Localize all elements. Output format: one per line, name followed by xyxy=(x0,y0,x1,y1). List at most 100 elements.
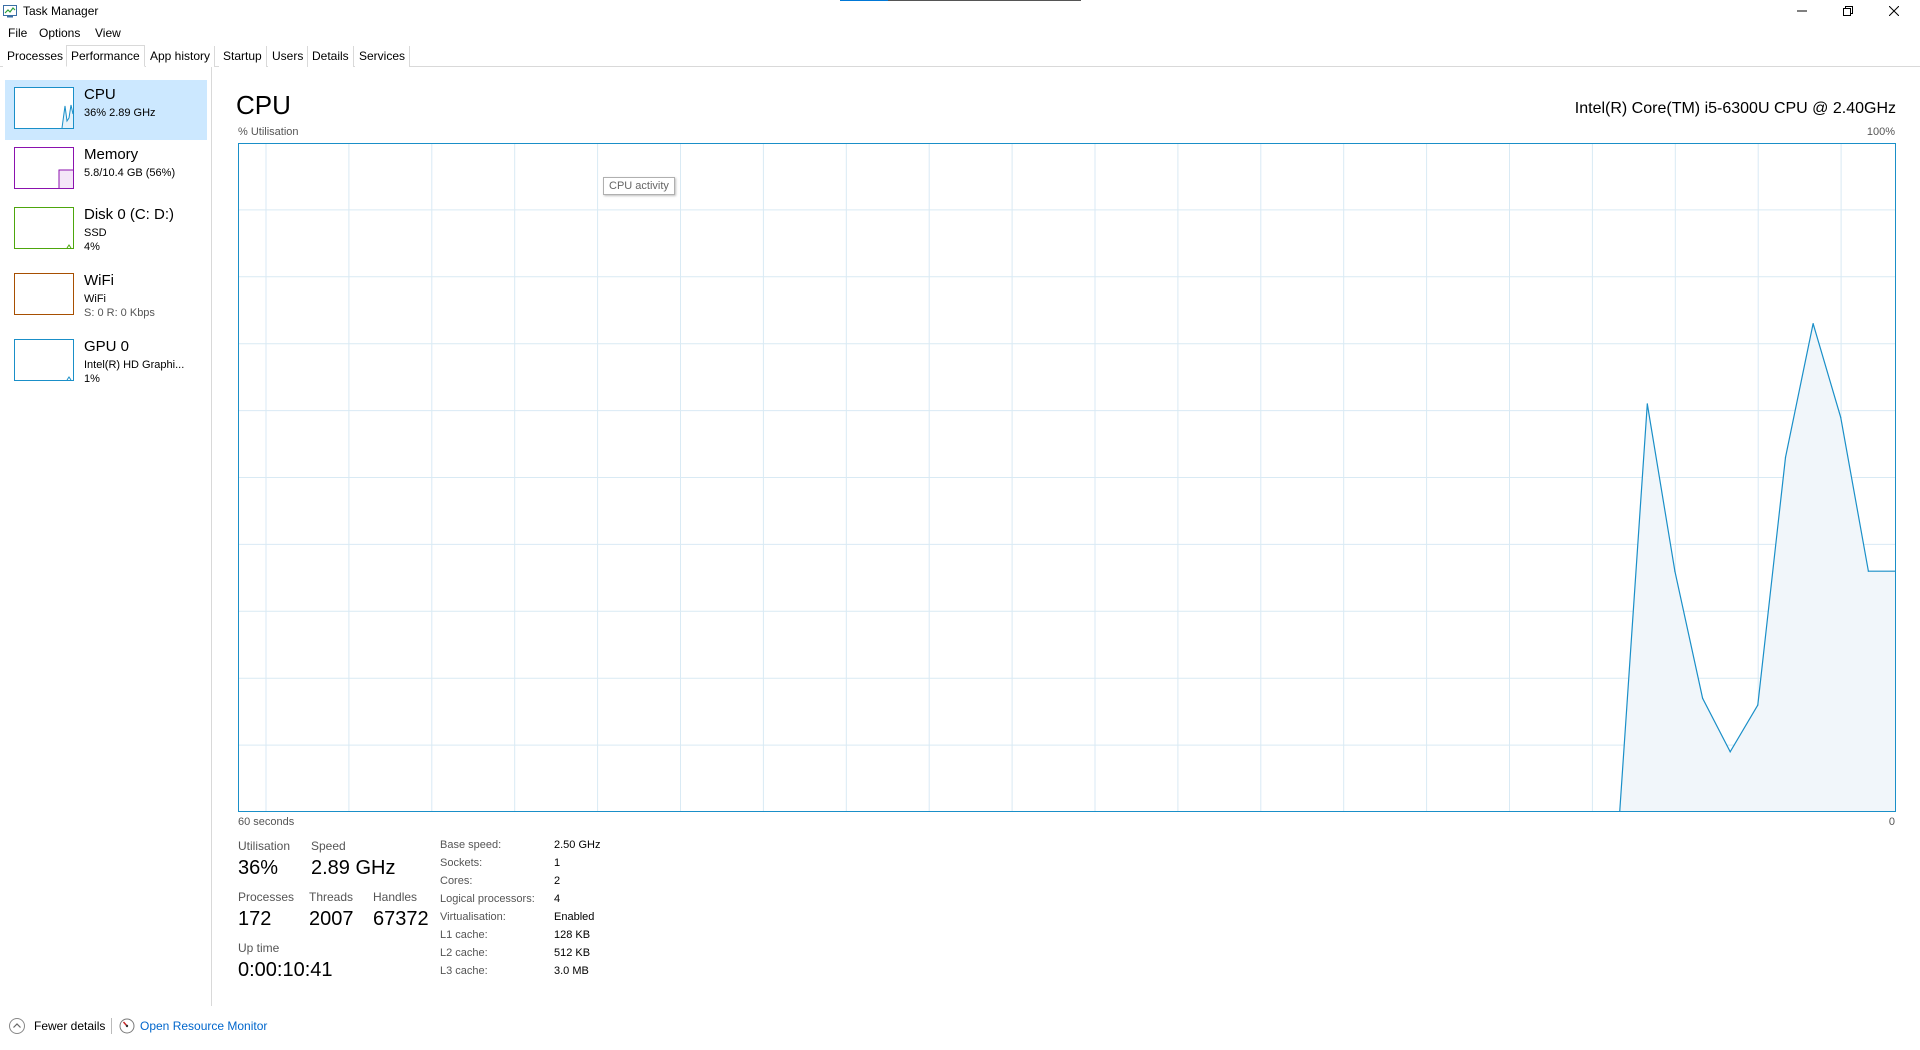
tab-processes[interactable]: Processes xyxy=(3,46,69,67)
cpu-usage-point xyxy=(1840,416,1842,418)
menu-view[interactable]: View xyxy=(95,26,121,40)
processes-label: Processes xyxy=(238,890,295,904)
open-resource-monitor-link[interactable]: Open Resource Monitor xyxy=(140,1019,267,1033)
cpu-usage-point xyxy=(1867,570,1869,572)
utilisation-label: Utilisation xyxy=(238,839,291,853)
y-axis-max-label: 100% xyxy=(1866,126,1895,138)
restore-button[interactable] xyxy=(1825,0,1871,22)
uptime-label: Up time xyxy=(238,941,280,955)
restore-icon xyxy=(1843,6,1853,16)
memory-thumbnail-graph xyxy=(58,169,73,188)
speed-value: 2.89 GHz xyxy=(311,857,396,879)
sidebar-disk-line2: 4% xyxy=(84,241,100,253)
sidebar-cpu-line1: 36% 2.89 GHz xyxy=(84,107,156,119)
sidebar-item-memory[interactable]: Memory 5.8/10.4 GB (56%) xyxy=(5,140,207,200)
task-manager-icon xyxy=(3,5,17,18)
cpu-usage-point xyxy=(1646,403,1648,405)
cpu-usage-area xyxy=(238,323,1896,812)
detail-label: L3 cache: xyxy=(440,965,488,977)
tab-details[interactable]: Details xyxy=(308,46,354,67)
footer: Fewer details Open Resource Monitor xyxy=(0,1010,1920,1042)
cpu-usage-point xyxy=(1812,323,1814,325)
sidebar-wifi-title: WiFi xyxy=(84,272,114,289)
detail-value: 4 xyxy=(554,893,561,905)
handles-value: 67372 xyxy=(373,908,429,930)
threads-label: Threads xyxy=(309,890,354,904)
sidebar-gpu-line2: 1% xyxy=(84,373,100,385)
title-bar: Task Manager xyxy=(0,0,1920,22)
detail-label: Base speed: xyxy=(440,839,502,851)
gpu-thumbnail xyxy=(14,339,74,381)
processes-value: 172 xyxy=(238,908,272,930)
cpu-thumbnail xyxy=(14,87,74,129)
tab-startup[interactable]: Startup xyxy=(219,46,267,67)
sidebar-disk-line1: SSD xyxy=(84,227,107,239)
handles-label: Handles xyxy=(373,890,418,904)
x-axis-left-label: 60 seconds xyxy=(238,816,295,828)
tab-services[interactable]: Services xyxy=(355,46,411,67)
menu-file[interactable]: File xyxy=(8,26,27,40)
footer-separator xyxy=(111,1018,112,1034)
speed-label: Speed xyxy=(311,839,346,853)
detail-value: 2 xyxy=(554,875,561,887)
tab-performance[interactable]: Performance xyxy=(66,45,145,67)
tab-users[interactable]: Users xyxy=(268,46,309,67)
detail-value: 1 xyxy=(554,857,561,869)
minimize-icon xyxy=(1797,10,1807,12)
detail-label: L2 cache: xyxy=(440,947,488,959)
sidebar-wifi-line1: WiFi xyxy=(84,293,106,305)
uptime-value: 0:00:10:41 xyxy=(238,959,333,981)
sidebar-item-disk[interactable]: Disk 0 (C: D:) SSD 4% xyxy=(5,200,207,260)
memory-thumbnail xyxy=(14,147,74,189)
detail-label: Sockets: xyxy=(440,857,483,869)
cpu-usage-point xyxy=(1784,456,1787,458)
menu-bar: File Options View xyxy=(0,22,1920,44)
page-title: CPU xyxy=(236,90,291,120)
tab-app-history[interactable]: App history xyxy=(146,46,216,67)
detail-value: 2.50 GHz xyxy=(554,839,601,851)
sidebar-cpu-title: CPU xyxy=(84,86,116,103)
y-axis-label: % Utilisation xyxy=(238,126,299,138)
fewer-details-button[interactable]: Fewer details xyxy=(34,1019,105,1033)
resource-monitor-icon[interactable] xyxy=(119,1018,135,1034)
cpu-usage-point xyxy=(1674,570,1676,572)
detail-value: Enabled xyxy=(554,911,595,923)
chevron-up-glyph xyxy=(13,1023,21,1028)
x-axis-right-label: 0 xyxy=(1888,816,1895,828)
close-button[interactable] xyxy=(1871,0,1917,22)
detail-value: 512 KB xyxy=(554,947,591,959)
cpu-utilisation-graph[interactable] xyxy=(238,143,1896,812)
sidebar-item-cpu[interactable]: CPU 36% 2.89 GHz xyxy=(5,80,207,140)
wifi-thumbnail xyxy=(14,273,74,315)
sidebar-disk-title: Disk 0 (C: D:) xyxy=(84,206,174,223)
graph-tooltip: CPU activity xyxy=(603,177,675,195)
detail-label: Virtualisation: xyxy=(440,911,506,923)
cpu-usage-point xyxy=(1702,697,1704,699)
menu-options[interactable]: Options xyxy=(39,26,80,40)
cpu-model-name: Intel(R) Core(TM) i5-6300U CPU @ 2.40GHz xyxy=(1574,100,1896,117)
cpu-thumbnail-graph xyxy=(61,104,73,128)
title-accent-line-dark xyxy=(888,0,1081,1)
close-icon xyxy=(1889,6,1899,16)
disk-thumbnail xyxy=(14,207,74,249)
chevron-up-icon[interactable] xyxy=(9,1018,25,1034)
utilisation-value: 36% xyxy=(238,857,279,879)
detail-value: 3.0 MB xyxy=(554,965,589,977)
sidebar-gpu-title: GPU 0 xyxy=(84,338,130,355)
detail-value: 128 KB xyxy=(554,929,591,941)
detail-label: Logical processors: xyxy=(440,893,535,905)
detail-label: L1 cache: xyxy=(440,929,488,941)
detail-label: Cores: xyxy=(440,875,473,887)
window-title: Task Manager xyxy=(23,4,99,18)
sidebar-memory-title: Memory xyxy=(84,146,139,163)
sidebar: CPU 36% 2.89 GHz Memory 5.8/10.4 GB (56%… xyxy=(0,67,212,1006)
sidebar-wifi-line2: S: 0 R: 0 Kbps xyxy=(84,307,155,319)
sidebar-item-wifi[interactable]: WiFi WiFi S: 0 R: 0 Kbps xyxy=(5,266,207,326)
sidebar-gpu-line1: Intel(R) HD Graphi... xyxy=(84,359,185,371)
cpu-usage-point xyxy=(1757,704,1759,706)
minimize-button[interactable] xyxy=(1779,0,1825,22)
sidebar-memory-line1: 5.8/10.4 GB (56%) xyxy=(84,167,176,179)
title-accent-line xyxy=(840,0,888,1)
cpu-usage-point xyxy=(1729,751,1731,753)
sidebar-item-gpu[interactable]: GPU 0 Intel(R) HD Graphi... 1% xyxy=(5,332,207,392)
